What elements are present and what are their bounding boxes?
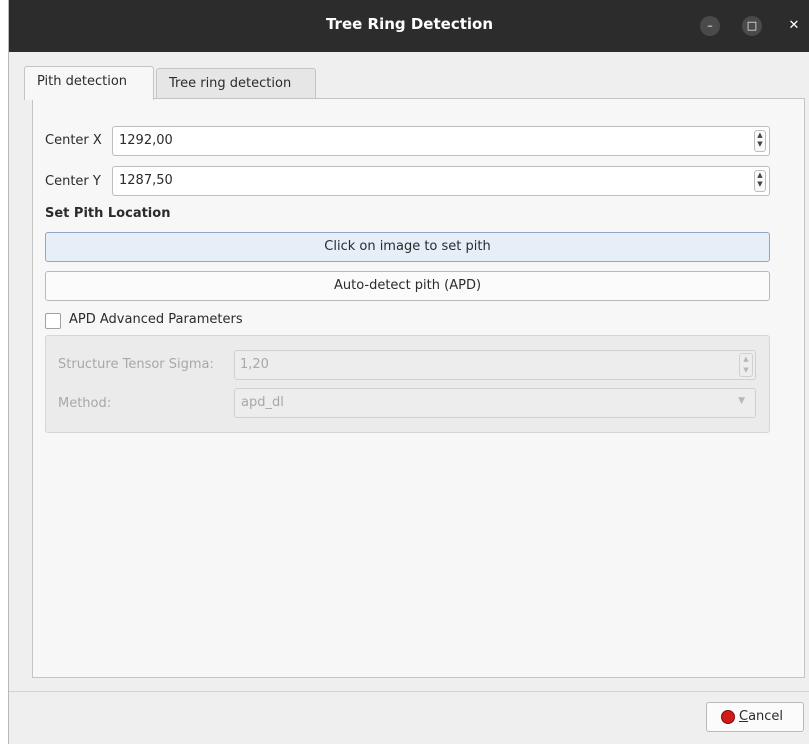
- minimize-button[interactable]: –: [700, 16, 720, 36]
- auto-detect-pith-button[interactable]: Auto-detect pith (APD): [45, 271, 770, 301]
- method-label: Method:: [58, 396, 112, 411]
- close-button[interactable]: ✕: [784, 16, 804, 36]
- center-y-stepper-icon[interactable]: ▲ ▼: [754, 170, 766, 192]
- maximize-button[interactable]: □: [742, 16, 762, 36]
- center-x-stepper-icon[interactable]: ▲ ▼: [754, 130, 766, 152]
- cancel-button[interactable]: Cancel: [706, 702, 804, 732]
- center-x-spinbox[interactable]: 1292,00 ▲ ▼: [112, 126, 770, 156]
- tab-pith-detection[interactable]: Pith detection: [24, 66, 154, 100]
- click-on-image-button[interactable]: Click on image to set pith: [45, 232, 770, 262]
- cancel-icon: [721, 710, 735, 724]
- apd-advanced-checkbox[interactable]: [45, 313, 61, 329]
- footer-divider: [9, 691, 809, 692]
- title-bar: Tree Ring Detection – □ ✕: [9, 0, 809, 52]
- dialog-window: Tree Ring Detection – □ ✕ Pith detection…: [8, 0, 809, 744]
- sigma-spinbox: 1,20 ▲ ▼: [234, 350, 756, 380]
- cancel-label: Cancel: [739, 709, 784, 724]
- method-combobox: apd_dl ▼: [234, 388, 756, 418]
- chevron-down-icon: ▼: [738, 396, 745, 406]
- center-x-label: Center X: [45, 133, 102, 148]
- window-title: Tree Ring Detection: [325, 15, 494, 33]
- center-x-value: 1292,00: [119, 133, 173, 148]
- apd-advanced-group: Structure Tensor Sigma: 1,20 ▲ ▼ Method: …: [45, 335, 770, 433]
- center-y-value: 1287,50: [119, 173, 173, 188]
- pith-detection-panel: Center X 1292,00 ▲ ▼ Center Y 1287,50 ▲ ▼ …: [32, 98, 805, 678]
- method-value: apd_dl: [241, 395, 284, 410]
- apd-advanced-label: APD Advanced Parameters: [69, 312, 243, 327]
- tab-tree-ring-detection[interactable]: Tree ring detection: [156, 68, 316, 100]
- sigma-label: Structure Tensor Sigma:: [58, 357, 214, 372]
- set-pith-location-heading: Set Pith Location: [45, 206, 171, 221]
- center-y-spinbox[interactable]: 1287,50 ▲ ▼: [112, 166, 770, 196]
- sigma-value: 1,20: [240, 357, 269, 372]
- center-y-label: Center Y: [45, 174, 101, 189]
- sigma-stepper-icon: ▲ ▼: [739, 353, 753, 377]
